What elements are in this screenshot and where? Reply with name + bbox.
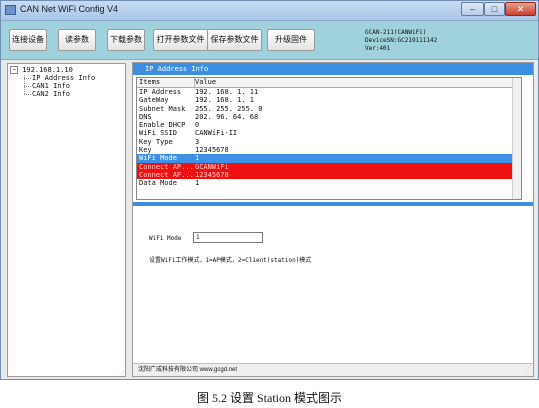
table-row[interactable]: IP Address 192. 168. 1. 11 (137, 88, 521, 96)
splitter[interactable] (133, 202, 533, 206)
table-row[interactable]: Data Mode 1 (137, 179, 521, 187)
wifi-mode-hint: 设置WiFi工作模式，1=AP模式，2=Client(station)模式 (149, 257, 312, 264)
row-item: WiFi SSID (139, 129, 177, 138)
row-item: DNS (139, 112, 152, 121)
wifi-mode-label: WiFi Mode (149, 235, 182, 242)
row-item: Key Type (139, 137, 173, 146)
save-param-file-button[interactable]: 保存参数文件 (207, 29, 262, 51)
row-value: 12345678 (195, 146, 229, 155)
panel-header: IP Address Info (133, 63, 533, 75)
details-panel: IP Address Info Items Value IP Address 19… (132, 62, 534, 377)
tree-item-can2-info[interactable]: CAN2 Info (32, 90, 70, 98)
tree-connector (24, 78, 31, 79)
row-item: IP Address (139, 88, 182, 96)
device-version: Ver:401 (365, 45, 391, 52)
tree-connector (24, 94, 31, 95)
tree-root-label[interactable]: 192.168.1.10 (22, 66, 73, 74)
status-bar: 沈阳广成科技有限公司 www.gcgd.net ⋰ (133, 363, 533, 376)
row-item: Subnet Mask (139, 104, 186, 113)
tree-item-ip-address-info[interactable]: IP Address Info (32, 74, 95, 82)
row-value: 255. 255. 255. 0 (195, 104, 263, 113)
table-row[interactable]: GateWay 192. 168. 1. 1 (137, 96, 521, 104)
row-item: Enable DHCP (139, 121, 186, 130)
device-tree: − 192.168.1.10 IP Address Info CAN1 Info… (7, 63, 126, 377)
row-item: Connect AP... (139, 162, 194, 171)
row-value: CANWiFi-II (195, 129, 238, 138)
toolbar: 连接设备 读参数 下载参数 打开参数文件 保存参数文件 升级固件 GCAN-21… (1, 21, 538, 60)
row-item: WiFi Mode (139, 154, 177, 163)
table-row[interactable]: Connect AP... 12345678 (137, 170, 521, 180)
table-row[interactable]: Subnet Mask 255. 255. 255. 0 (137, 105, 521, 113)
row-value: 192. 168. 1. 1 (195, 96, 255, 105)
table-header-row: Items Value (137, 78, 521, 88)
table-row[interactable]: Key 12345678 (137, 146, 521, 154)
resize-grip-icon[interactable]: ⋰ (525, 363, 532, 375)
row-value: 3 (195, 137, 200, 146)
table-row[interactable]: Connect AP... GCANWiFi (137, 162, 521, 171)
tree-root[interactable]: − 192.168.1.10 (10, 66, 73, 74)
read-params-button[interactable]: 读参数 (58, 29, 96, 51)
device-model: GCAN-211(CANWiFi) (365, 29, 427, 36)
tree-item-can1-info[interactable]: CAN1 Info (32, 82, 70, 90)
row-value: 192. 168. 1. 11 (195, 88, 259, 96)
row-value: 0 (195, 121, 200, 130)
table-row[interactable]: WiFi Mode 1 (137, 154, 521, 163)
open-param-file-button[interactable]: 打开参数文件 (153, 29, 208, 51)
row-value: 12345678 (195, 170, 229, 179)
edit-area: WiFi Mode 1 设置WiFi工作模式，1=AP模式，2=Client(s… (133, 207, 533, 365)
title-bar[interactable]: CAN Net WiFi Config V4 – □ ✕ (1, 1, 538, 21)
device-serial: DeviceSN:GC219111142 (365, 37, 438, 44)
column-header-value[interactable]: Value (195, 78, 216, 87)
wifi-mode-input[interactable]: 1 (193, 232, 263, 243)
tree-connector (24, 86, 31, 87)
row-value: GCANWiFi (195, 162, 229, 171)
download-params-button[interactable]: 下载参数 (107, 29, 145, 51)
row-item: Key (139, 146, 152, 155)
row-item: Data Mode (139, 179, 177, 188)
window-title: CAN Net WiFi Config V4 (20, 4, 119, 14)
app-window: CAN Net WiFi Config V4 – □ ✕ 连接设备 读参数 下载… (0, 0, 539, 380)
table-body: IP Address 192. 168. 1. 11 GateWay 192. 168… (137, 88, 521, 188)
row-value: 1 (195, 179, 200, 188)
row-value: 1 (195, 154, 200, 163)
resize-grip-icon[interactable]: ⋰ (118, 370, 125, 378)
table-row[interactable]: Enable DHCP 0 (137, 121, 521, 129)
row-value: 202. 96. 64. 68 (195, 112, 259, 121)
minimize-button[interactable]: – (461, 2, 484, 16)
app-icon (5, 5, 16, 15)
table-row[interactable]: Key Type 3 (137, 138, 521, 146)
params-table: Items Value IP Address 192. 168. 1. 11 Gat… (136, 77, 522, 200)
table-row[interactable]: WiFi SSID CANWiFi-II (137, 129, 521, 137)
device-info: GCAN-211(CANWiFi) DeviceSN:GC219111142 V… (365, 29, 437, 53)
upgrade-firmware-button[interactable]: 升级固件 (267, 29, 315, 51)
status-text: 沈阳广成科技有限公司 www.gcgd.net (138, 367, 238, 373)
figure-caption: 图 5.2 设置 Station 模式图示 (196, 391, 342, 405)
table-scrollbar[interactable] (512, 78, 521, 199)
row-item: Connect AP... (139, 170, 194, 179)
connect-device-button[interactable]: 连接设备 (9, 29, 47, 51)
row-item: GateWay (139, 96, 169, 105)
table-row[interactable]: DNS 202. 96. 64. 68 (137, 113, 521, 121)
maximize-button[interactable]: □ (484, 2, 505, 16)
collapse-icon[interactable]: − (10, 66, 18, 74)
column-header-items[interactable]: Items (139, 78, 195, 87)
close-button[interactable]: ✕ (505, 2, 536, 16)
